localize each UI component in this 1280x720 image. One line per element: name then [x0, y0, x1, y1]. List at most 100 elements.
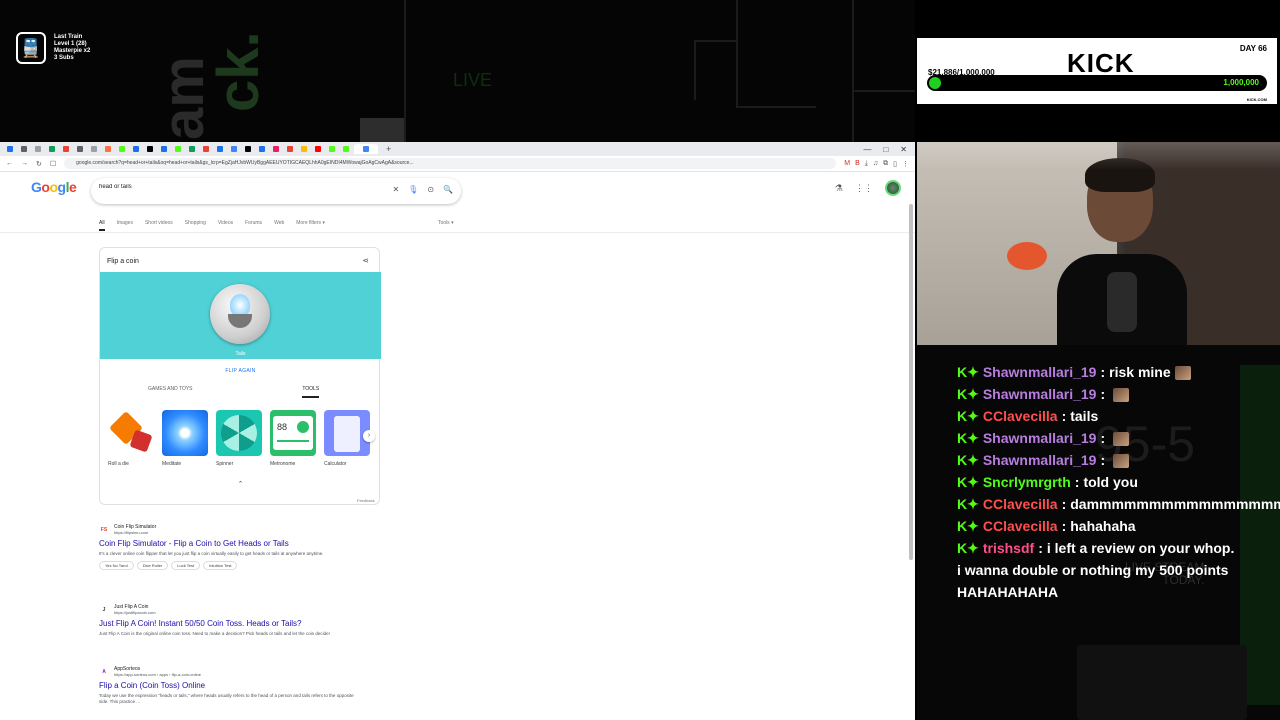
browser-tab[interactable] — [46, 144, 58, 154]
tools-button[interactable]: Tools ▾ — [438, 220, 454, 226]
back-icon[interactable]: ← — [6, 160, 13, 167]
tab-videos[interactable]: Videos — [218, 220, 233, 231]
tab-short-videos[interactable]: Short videos — [145, 220, 173, 231]
browser-tab[interactable] — [200, 144, 212, 154]
tab-tools[interactable]: TOOLS — [241, 386, 382, 398]
clear-icon[interactable]: ✕ — [392, 185, 399, 194]
mic-icon[interactable]: 🎙 — [408, 185, 418, 194]
avatar[interactable] — [885, 180, 901, 196]
puzzle-icon[interactable]: ⧉ — [883, 160, 888, 168]
browser-tab[interactable] — [228, 144, 240, 154]
browser-tab[interactable] — [354, 144, 378, 154]
tab-favicon-icon — [161, 146, 167, 152]
flip-coin-card: Flip a coin ⋖ Tails FLIP AGAIN GAMES AND… — [99, 247, 382, 505]
browser-tab[interactable] — [214, 144, 226, 154]
minimize-icon[interactable]: — — [863, 145, 871, 154]
flip-again-button[interactable]: FLIP AGAIN — [100, 368, 381, 374]
browser-tab[interactable] — [312, 144, 324, 154]
gmail-icon[interactable]: M — [844, 160, 850, 168]
browser-tab[interactable] — [102, 144, 114, 154]
sidebar-icon[interactable]: ▯ — [893, 160, 897, 168]
sitelink-chip[interactable]: Dice Roller — [136, 561, 169, 570]
chat-username[interactable]: Shawnmallari_19 — [983, 452, 1097, 468]
browser-tab[interactable] — [326, 144, 338, 154]
browser-tab[interactable] — [284, 144, 296, 154]
tab-more-filters[interactable]: More filters ▾ — [296, 220, 325, 231]
sitelink-chip[interactable]: Yes No Tarot — [99, 561, 134, 570]
result-title-link[interactable]: Flip a Coin (Coin Toss) Online — [99, 681, 399, 690]
emote-icon — [1174, 366, 1191, 381]
browser-tab[interactable] — [172, 144, 184, 154]
apps-icon[interactable]: ⋮⋮ — [855, 183, 873, 194]
download-icon[interactable]: ⤓ — [865, 160, 868, 168]
sitelink-chip[interactable]: Intuition Test — [203, 561, 238, 570]
browser-tab[interactable] — [144, 144, 156, 154]
chat-username[interactable]: CClavecilla — [983, 518, 1058, 534]
tab-all[interactable]: All — [99, 220, 105, 231]
tab-images[interactable]: Images — [117, 220, 133, 231]
tool-meditate[interactable]: Meditate — [162, 410, 208, 467]
browser-tab[interactable] — [270, 144, 282, 154]
browser-tab[interactable] — [32, 144, 44, 154]
tab-favicon-icon — [217, 146, 223, 152]
tab-favicon-icon — [7, 146, 13, 152]
coin[interactable] — [210, 284, 270, 344]
new-tab-icon[interactable]: + — [386, 144, 391, 154]
close-icon[interactable]: ✕ — [900, 145, 907, 154]
labs-icon[interactable]: ⚗ — [835, 183, 843, 194]
search-input[interactable] — [99, 184, 379, 190]
share-icon[interactable]: ⋖ — [362, 256, 369, 265]
bookmark-icon[interactable]: ☐ — [50, 160, 56, 168]
extension-icon[interactable]: B — [855, 160, 860, 168]
browser-tab[interactable] — [256, 144, 268, 154]
reload-icon[interactable]: ↻ — [36, 160, 42, 168]
coin-area[interactable]: Tails — [100, 272, 381, 359]
chat-username[interactable]: CClavecilla — [983, 496, 1058, 512]
tool-metronome[interactable]: 88 Metronome — [270, 410, 316, 467]
browser-tab[interactable] — [4, 144, 16, 154]
tab-forums[interactable]: Forums — [245, 220, 262, 231]
microphone-icon — [1107, 272, 1137, 332]
google-logo[interactable]: Google — [31, 179, 77, 195]
browser-tab[interactable] — [186, 144, 198, 154]
tab-favicon-icon — [203, 146, 209, 152]
url-field[interactable]: google.com/search?q=head+or+tails&oq=hea… — [64, 158, 837, 169]
chat-username[interactable]: Shawnmallari_19 — [983, 386, 1097, 402]
browser-tab[interactable] — [88, 144, 100, 154]
collapse-icon[interactable]: ⌃ — [100, 480, 381, 488]
tool-spinner[interactable]: Spinner — [216, 410, 262, 467]
browser-tab[interactable] — [340, 144, 352, 154]
tab-shopping[interactable]: Shopping — [185, 220, 206, 231]
carousel-next-icon[interactable]: › — [363, 430, 375, 442]
music-icon[interactable]: ♫ — [873, 160, 878, 168]
sitelink-chip[interactable]: Luck Test — [171, 561, 201, 570]
search-icon[interactable]: 🔍 — [443, 185, 453, 194]
chat-username[interactable]: CClavecilla — [983, 408, 1058, 424]
result-title-link[interactable]: Coin Flip Simulator - Flip a Coin to Get… — [99, 539, 399, 548]
maximize-icon[interactable]: □ — [883, 145, 888, 154]
browser-tab[interactable] — [60, 144, 72, 154]
browser-tab[interactable] — [158, 144, 170, 154]
tool-roll-a-die[interactable]: Roll a die — [108, 410, 154, 467]
result-title-link[interactable]: Just Flip A Coin! Instant 50/50 Coin Tos… — [99, 619, 399, 628]
tab-favicon-icon — [147, 146, 153, 152]
tab-favicon-icon — [287, 146, 293, 152]
browser-tab[interactable] — [130, 144, 142, 154]
browser-tab[interactable] — [74, 144, 86, 154]
forward-icon[interactable]: → — [21, 160, 28, 167]
browser-tab[interactable] — [18, 144, 30, 154]
chat-username[interactable]: Sncrlymrgrth — [983, 474, 1071, 490]
feedback-link[interactable]: Feedback — [357, 498, 375, 503]
chat-username[interactable]: trishsdf — [983, 540, 1034, 556]
page-scrollbar[interactable] — [909, 204, 913, 560]
browser-tab[interactable] — [116, 144, 128, 154]
chat-username[interactable]: Shawnmallari_19 — [983, 430, 1097, 446]
browser-tab[interactable] — [242, 144, 254, 154]
tab-web[interactable]: Web — [274, 220, 284, 231]
chat-username[interactable]: Shawnmallari_19 — [983, 364, 1097, 380]
tab-games-and-toys[interactable]: GAMES AND TOYS — [100, 386, 241, 397]
lens-icon[interactable]: ⊙ — [427, 185, 434, 194]
site-favicon: FS — [100, 526, 108, 533]
browser-tab[interactable] — [298, 144, 310, 154]
menu-icon[interactable]: ⋮ — [902, 160, 909, 168]
